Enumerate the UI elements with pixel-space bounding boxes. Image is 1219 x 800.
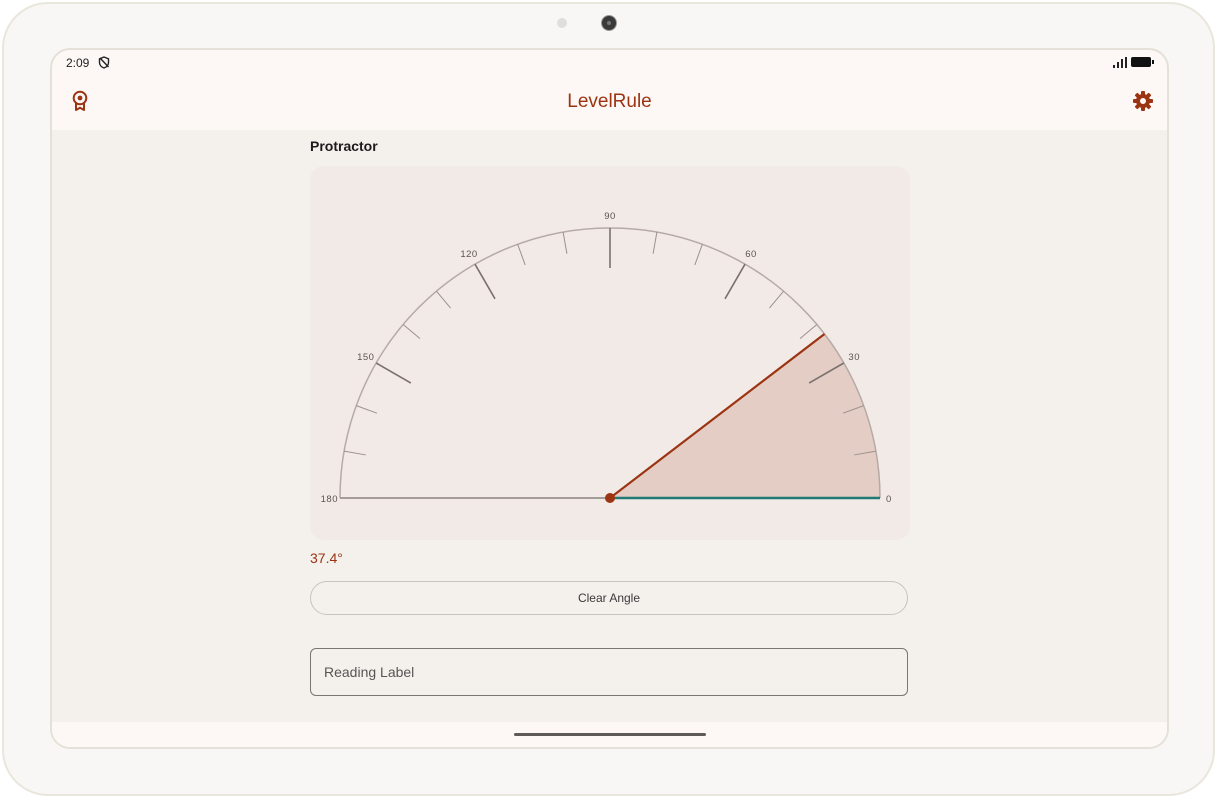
- main-content: Protractor 0 30 60 90 120 150 180 37.4° Clear …: [52, 130, 1167, 722]
- tick-mark: [474, 263, 496, 300]
- tick-mark: [344, 450, 366, 456]
- scale-label: 180: [321, 494, 338, 505]
- tick-mark: [402, 324, 421, 339]
- clear-angle-button[interactable]: Clear Angle: [310, 581, 908, 615]
- gear-icon[interactable]: [1131, 89, 1155, 113]
- app-title: LevelRule: [567, 91, 652, 112]
- scale-label: 0: [886, 494, 892, 505]
- shield-icon: [98, 56, 110, 69]
- reading-label-input[interactable]: [310, 648, 908, 696]
- tick-mark: [562, 232, 568, 254]
- angle-wedge: [610, 334, 880, 498]
- scale-label: 150: [357, 352, 374, 363]
- tick-mark: [375, 362, 412, 384]
- camera-icon: [601, 15, 617, 31]
- navigation-bar: [52, 722, 1167, 747]
- home-handle[interactable]: [514, 733, 706, 736]
- tick-mark: [799, 324, 818, 339]
- tick-mark: [517, 244, 526, 266]
- tick-mark: [356, 405, 378, 414]
- section-title: Protractor: [310, 138, 378, 154]
- angle-readout: 37.4°: [310, 550, 343, 566]
- status-bar: 2:09: [52, 50, 1167, 78]
- protractor-canvas[interactable]: 0 30 60 90 120 150 180: [310, 166, 910, 540]
- scale-label: 90: [604, 211, 616, 222]
- tick-mark: [694, 244, 703, 266]
- protractor-card[interactable]: 0 30 60 90 120 150 180: [310, 166, 910, 540]
- scale-label: 60: [745, 249, 757, 260]
- tick-mark: [724, 263, 746, 300]
- battery-icon: [1131, 57, 1154, 67]
- app-bar: LevelRule: [52, 78, 1167, 130]
- scale-label: 120: [460, 249, 477, 260]
- scale-label: 30: [848, 352, 860, 363]
- tick-mark: [652, 232, 658, 254]
- tick-mark: [436, 290, 451, 309]
- vertex-handle: [605, 493, 615, 503]
- screen: 2:09 LevelRule Protractor 0 30 60 90 120…: [50, 48, 1169, 749]
- signal-icon: [1113, 57, 1127, 68]
- status-time: 2:09: [66, 56, 90, 70]
- tick-mark: [769, 290, 784, 309]
- sensor-dot: [557, 18, 567, 28]
